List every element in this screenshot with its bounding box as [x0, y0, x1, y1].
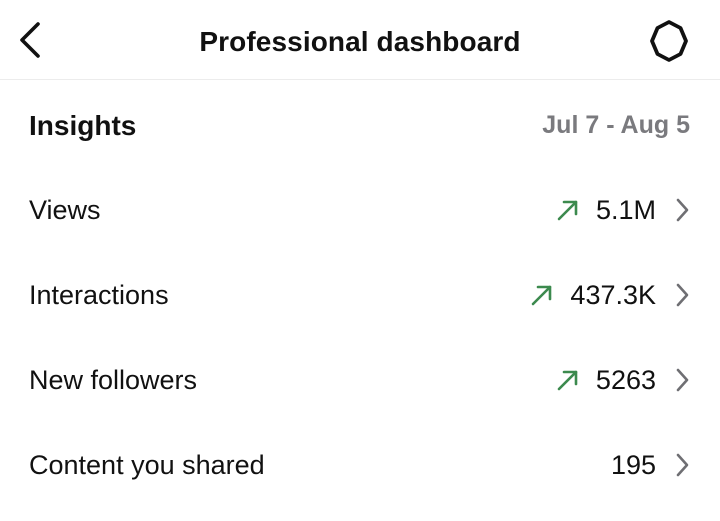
- chevron-right-icon: [674, 196, 690, 224]
- metric-row-new-followers[interactable]: New followers 5263: [0, 338, 720, 423]
- trend-up-arrow-icon: [528, 281, 556, 309]
- metric-value: 5.1M: [595, 195, 656, 225]
- metric-value: 437.3K: [570, 280, 656, 310]
- metric-value: 195: [610, 450, 656, 480]
- metric-label: Content you shared: [29, 450, 265, 480]
- metric-label: New followers: [29, 365, 198, 395]
- metric-label: Views: [29, 195, 101, 225]
- metric-row-content-shared[interactable]: Content you shared 195: [0, 423, 720, 508]
- date-range[interactable]: Jul 7 - Aug 5: [542, 108, 690, 142]
- settings-button[interactable]: [644, 16, 694, 66]
- chevron-right-icon: [674, 281, 690, 309]
- metric-row-views[interactable]: Views 5.1M: [0, 168, 720, 253]
- metric-value: 5263: [595, 365, 656, 395]
- chevron-right-icon: [674, 366, 690, 394]
- section-title: Insights: [29, 110, 137, 141]
- page-title: Professional dashboard: [199, 26, 521, 57]
- chevron-right-icon: [674, 451, 690, 479]
- insights-header: Insights Jul 7 - Aug 5: [0, 100, 720, 152]
- trend-up-arrow-icon: [554, 366, 582, 394]
- top-bar: Professional dashboard: [0, 0, 720, 80]
- metric-row-interactions[interactable]: Interactions 437.3K: [0, 253, 720, 338]
- trend-up-arrow-icon: [554, 196, 582, 224]
- metric-label: Interactions: [29, 280, 169, 310]
- gear-icon: [650, 20, 688, 62]
